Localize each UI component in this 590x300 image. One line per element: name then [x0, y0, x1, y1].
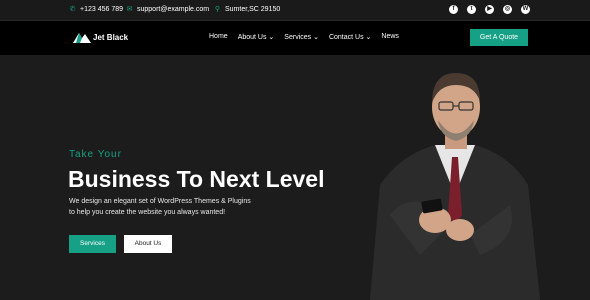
instagram-icon[interactable]: ◎ [503, 5, 512, 14]
nav-about-us[interactable]: About Us ⌄ [238, 33, 275, 41]
email-text: support@example.com [137, 6, 210, 13]
services-button[interactable]: Services [69, 235, 116, 253]
envelope-icon: ✉ [126, 6, 133, 13]
email-info[interactable]: ✉ support@example.com [126, 6, 210, 13]
hero-description-line-2: to help you create the website you alway… [69, 209, 226, 216]
logo-text: Jet Black [93, 32, 129, 42]
site-logo[interactable]: Jet Black [73, 31, 128, 43]
phone-text: +123 456 789 [80, 6, 124, 13]
phone-info[interactable]: ✆ +123 456 789 [69, 6, 123, 13]
hero-kicker: Take Your [69, 149, 122, 160]
map-pin-icon: ⚲ [214, 6, 221, 13]
wordpress-icon[interactable]: W [521, 5, 530, 14]
twitter-icon[interactable]: t [467, 5, 476, 14]
hero-headline: Business To Next Level [68, 166, 325, 192]
primary-nav: Home About Us ⌄ Services ⌄ Contact Us ⌄ … [209, 33, 399, 41]
nav-services[interactable]: Services ⌄ [284, 33, 319, 41]
logo-mountain-icon [73, 33, 91, 43]
hero-description: We design an elegant set of WordPress Th… [69, 196, 309, 218]
nav-contact-us[interactable]: Contact Us ⌄ [329, 33, 371, 41]
get-a-quote-button[interactable]: Get A Quote [470, 29, 528, 46]
nav-news[interactable]: News [381, 33, 399, 41]
top-info-bar: ✆ +123 456 789 ✉ support@example.com ⚲ S… [0, 0, 590, 21]
youtube-icon[interactable]: ▶ [485, 5, 494, 14]
businessman-photo [370, 73, 540, 300]
nav-home[interactable]: Home [209, 33, 228, 41]
address-info: ⚲ Sumter,SC 29150 [214, 6, 280, 13]
main-navbar: Jet Black Home About Us ⌄ Services ⌄ Con… [0, 21, 590, 55]
hero-section: Take Your Business To Next Level We desi… [0, 55, 590, 300]
address-text: Sumter,SC 29150 [225, 6, 281, 13]
facebook-icon[interactable]: f [449, 5, 458, 14]
hero-description-line-1: We design an elegant set of WordPress Th… [69, 198, 251, 205]
phone-icon: ✆ [69, 6, 76, 13]
social-links: f t ▶ ◎ W [449, 5, 530, 14]
about-us-button[interactable]: About Us [124, 235, 172, 253]
